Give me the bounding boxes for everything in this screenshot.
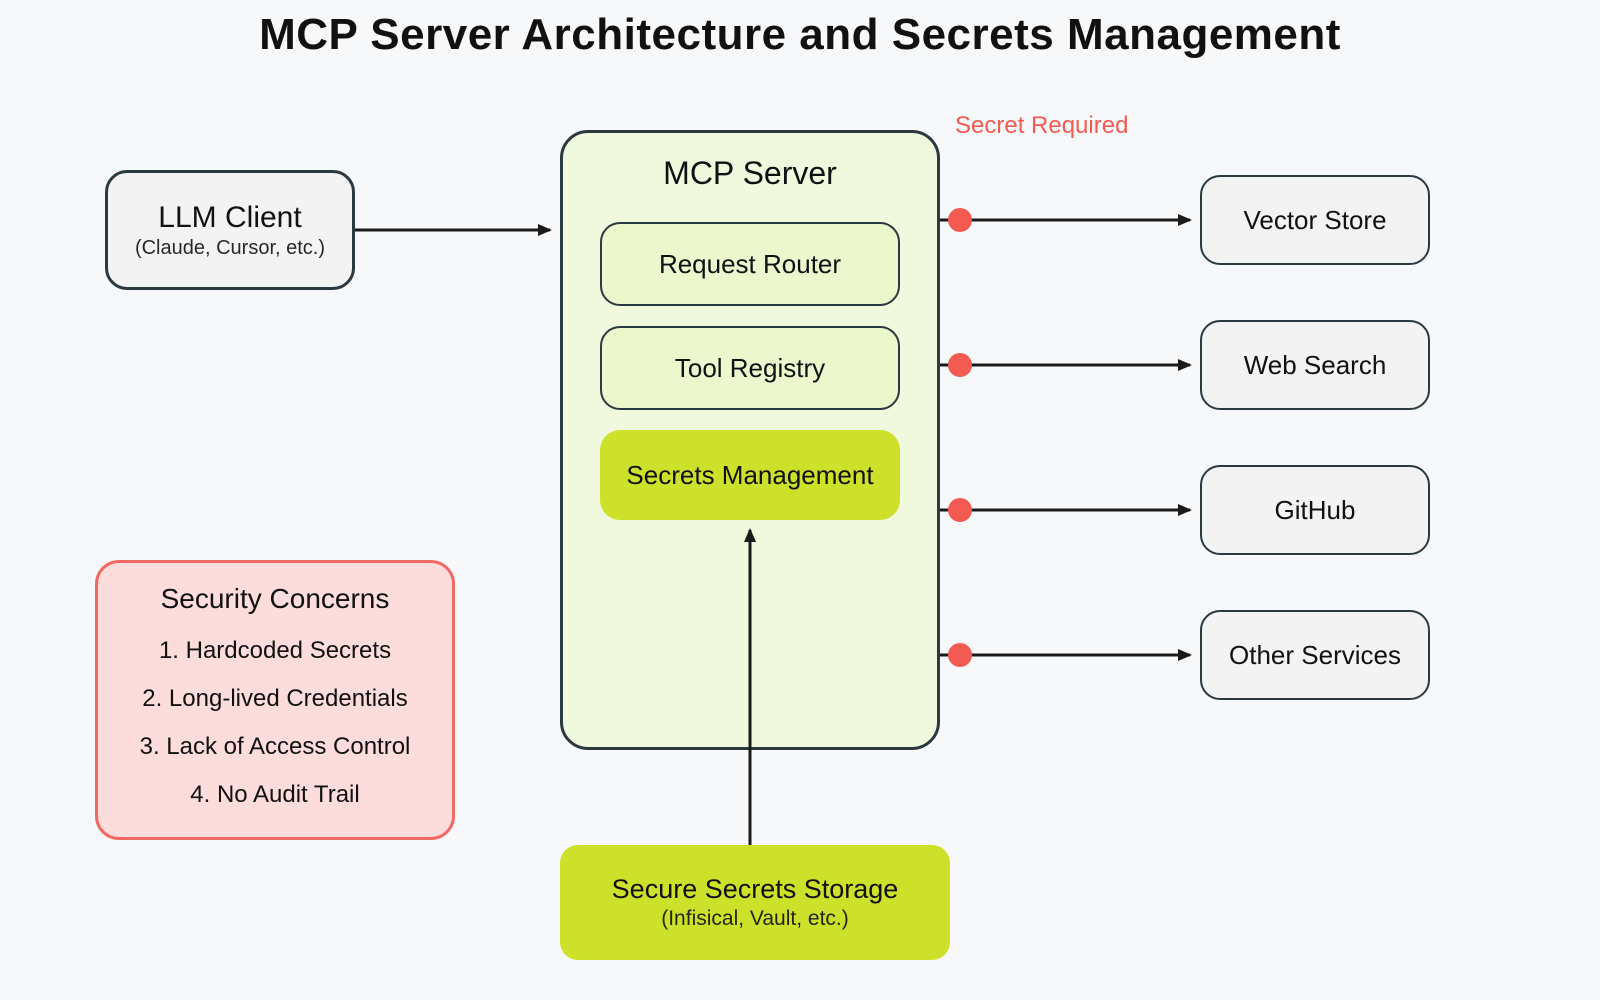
concern-item-2: 2. Long-lived Credentials — [142, 675, 408, 723]
concern-item-3: 3. Lack of Access Control — [140, 723, 411, 771]
secret-dot-websearch — [948, 353, 972, 377]
llm-client-sub: (Claude, Cursor, etc.) — [135, 237, 325, 260]
secrets-storage-sub: (Infisical, Vault, etc.) — [661, 907, 849, 931]
concern-item-1: 1. Hardcoded Secrets — [159, 627, 391, 675]
mcp-server-box: MCP Server Request Router Tool Registry … — [560, 130, 940, 750]
security-concerns-panel: Security Concerns 1. Hardcoded Secrets 2… — [95, 560, 455, 840]
secret-required-label: Secret Required — [955, 112, 1128, 140]
secrets-storage-label: Secure Secrets Storage — [612, 874, 899, 905]
secret-dot-vectorstore — [948, 208, 972, 232]
mcp-server-title: MCP Server — [663, 155, 837, 192]
web-search-box: Web Search — [1200, 320, 1430, 410]
secret-dot-github — [948, 498, 972, 522]
llm-client-box: LLM Client (Claude, Cursor, etc.) — [105, 170, 355, 290]
vector-store-box: Vector Store — [1200, 175, 1430, 265]
security-concerns-title: Security Concerns — [161, 583, 390, 615]
llm-client-label: LLM Client — [158, 201, 301, 235]
secret-dot-other — [948, 643, 972, 667]
other-services-box: Other Services — [1200, 610, 1430, 700]
secure-secrets-storage-box: Secure Secrets Storage (Infisical, Vault… — [560, 845, 950, 960]
diagram-title: MCP Server Architecture and Secrets Mana… — [0, 10, 1600, 60]
request-router-box: Request Router — [600, 222, 900, 306]
concern-item-4: 4. No Audit Trail — [190, 771, 359, 819]
secrets-management-box: Secrets Management — [600, 430, 900, 520]
github-box: GitHub — [1200, 465, 1430, 555]
tool-registry-box: Tool Registry — [600, 326, 900, 410]
